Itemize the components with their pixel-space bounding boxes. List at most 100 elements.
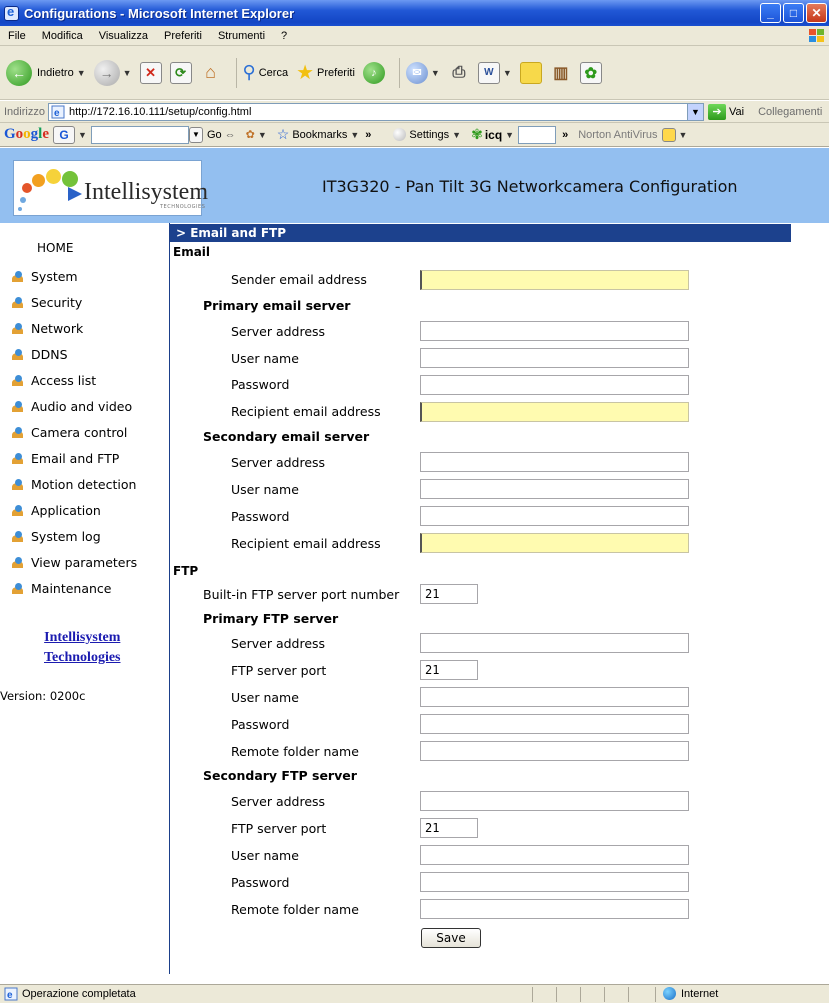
secondary-email-server-field[interactable] bbox=[420, 452, 689, 472]
intellisystem-logo: Intellisystem TECHNOLOGIES bbox=[13, 160, 208, 216]
window-title: Configurations - Microsoft Internet Expl… bbox=[24, 5, 295, 21]
media-button[interactable]: ♪ bbox=[362, 61, 385, 84]
builtin-ftp-port-field[interactable] bbox=[420, 584, 478, 604]
search-label: Cerca bbox=[258, 66, 289, 79]
sender-email-field[interactable] bbox=[420, 270, 689, 290]
address-input[interactable]: e http://172.16.10.111/setup/config.html… bbox=[47, 102, 704, 121]
primary-ftp-password-label: Password bbox=[231, 717, 290, 732]
secondary-recipient-field[interactable] bbox=[420, 533, 689, 553]
icq-button[interactable]: ✾ icq ▼ bbox=[471, 126, 514, 143]
menu-preferiti[interactable]: Preferiti bbox=[156, 30, 210, 42]
edit-button[interactable]: W ▼ bbox=[477, 61, 512, 84]
nav-item-audio-video[interactable]: Audio and video bbox=[12, 399, 132, 414]
menu-strumenti[interactable]: Strumenti bbox=[210, 30, 273, 42]
menu-visualizza[interactable]: Visualizza bbox=[91, 30, 156, 42]
nav-item-access-list[interactable]: Access list bbox=[12, 373, 96, 388]
primary-ftp-folder-field[interactable] bbox=[420, 741, 689, 761]
settings-label: Settings bbox=[409, 128, 450, 141]
nav-item-view-parameters[interactable]: View parameters bbox=[12, 555, 137, 570]
secondary-email-password-field[interactable] bbox=[420, 506, 689, 526]
more-chevron-icon: » bbox=[365, 128, 372, 141]
secondary-email-user-field[interactable] bbox=[420, 479, 689, 499]
nav-item-ddns[interactable]: DDNS bbox=[12, 347, 68, 362]
home-button[interactable]: ⌂ bbox=[200, 62, 222, 84]
notes-button[interactable] bbox=[519, 61, 542, 84]
version-text: Version: 0200c bbox=[0, 689, 86, 703]
go-button[interactable]: ➔ Vai bbox=[707, 103, 744, 120]
nav-item-system[interactable]: System bbox=[12, 269, 78, 284]
chevron-down-icon[interactable]: ▼ bbox=[686, 103, 703, 120]
save-button[interactable]: Save bbox=[421, 928, 481, 948]
primary-ftp-password-field[interactable] bbox=[420, 714, 689, 734]
forward-button[interactable]: → ▼ bbox=[93, 59, 132, 86]
nav-item-camera-control[interactable]: Camera control bbox=[12, 425, 127, 440]
menu-modifica[interactable]: Modifica bbox=[34, 30, 91, 42]
norton-button[interactable]: Norton AntiVirus ▼ bbox=[578, 127, 687, 142]
note-icon bbox=[519, 61, 542, 84]
more-chevron-icon[interactable]: » bbox=[562, 129, 568, 141]
nav-bullet-icon bbox=[12, 400, 25, 413]
primary-email-password-label: Password bbox=[231, 377, 290, 392]
search-button[interactable]: ⚲ Cerca bbox=[243, 62, 289, 83]
chevron-down-icon[interactable]: ▼ bbox=[78, 130, 87, 140]
nav-item-system-log[interactable]: System log bbox=[12, 529, 101, 544]
norton-label: Norton AntiVirus bbox=[578, 128, 658, 141]
primary-recipient-field[interactable] bbox=[420, 402, 689, 422]
mail-button[interactable]: ✉ ▼ bbox=[405, 61, 440, 84]
company-link[interactable]: Intellisystem Technologies bbox=[44, 628, 121, 668]
refresh-button[interactable]: ⟳ bbox=[169, 61, 192, 84]
google-g-icon[interactable]: G bbox=[53, 125, 76, 144]
nav-item-motion-detection[interactable]: Motion detection bbox=[12, 477, 136, 492]
company-line-2: Technologies bbox=[44, 650, 121, 665]
secondary-ftp-folder-field[interactable] bbox=[420, 899, 689, 919]
secondary-ftp-server-field[interactable] bbox=[420, 791, 689, 811]
chevron-down-icon[interactable]: ▼ bbox=[188, 126, 203, 143]
nav-item-application[interactable]: Application bbox=[12, 503, 101, 518]
nav-item-label: System bbox=[31, 269, 78, 284]
primary-email-server-field[interactable] bbox=[420, 321, 689, 341]
messenger-button[interactable]: ✿ bbox=[579, 61, 602, 84]
secondary-ftp-password-field[interactable] bbox=[420, 872, 689, 892]
nav-bullet-icon bbox=[12, 296, 25, 309]
primary-email-heading: Primary email server bbox=[203, 298, 351, 313]
menu-file[interactable]: File bbox=[0, 30, 34, 42]
google-pagerank-button[interactable]: ✿ ▼ bbox=[246, 128, 267, 141]
google-search-input[interactable] bbox=[90, 125, 189, 144]
secondary-email-password-label: Password bbox=[231, 509, 290, 524]
primary-email-password-field[interactable] bbox=[420, 375, 689, 395]
links-label[interactable]: Collegamenti bbox=[758, 106, 822, 118]
settings-button[interactable]: Settings ▼ bbox=[393, 128, 461, 141]
nav-home-link[interactable]: HOME bbox=[37, 241, 73, 255]
google-go-button[interactable]: Go ⇔ bbox=[207, 129, 236, 141]
primary-ftp-server-field[interactable] bbox=[420, 633, 689, 653]
nav-item-label: Application bbox=[31, 503, 101, 518]
icq-search-input[interactable] bbox=[518, 125, 557, 144]
stop-button[interactable]: ✕ bbox=[139, 61, 162, 84]
minimize-icon[interactable]: _ bbox=[760, 3, 781, 23]
left-nav: HOME System Security Network DDNS Access… bbox=[0, 223, 164, 984]
media-icon: ♪ bbox=[362, 61, 385, 84]
google-logo[interactable]: Google bbox=[4, 126, 49, 143]
primary-ftp-port-field[interactable] bbox=[420, 660, 478, 680]
norton-icon bbox=[661, 127, 676, 142]
bookmarks-button[interactable]: ☆ Bookmarks ▼ » bbox=[277, 126, 372, 143]
secondary-ftp-port-field[interactable] bbox=[420, 818, 478, 838]
back-button[interactable]: ← Indietro ▼ bbox=[6, 59, 86, 86]
nav-item-email-ftp[interactable]: Email and FTP bbox=[12, 451, 119, 466]
menu-bar: File Modifica Visualizza Preferiti Strum… bbox=[0, 26, 829, 46]
nav-item-network[interactable]: Network bbox=[12, 321, 83, 336]
secondary-ftp-server-label: Server address bbox=[231, 794, 326, 809]
nav-item-security[interactable]: Security bbox=[12, 295, 82, 310]
favorites-button[interactable]: ★ Preferiti bbox=[296, 60, 355, 85]
nav-item-maintenance[interactable]: Maintenance bbox=[12, 581, 112, 596]
secondary-ftp-user-field[interactable] bbox=[420, 845, 689, 865]
primary-ftp-user-field[interactable] bbox=[420, 687, 689, 707]
research-button[interactable]: ▥ bbox=[550, 62, 572, 84]
maximize-icon[interactable]: □ bbox=[783, 3, 804, 23]
menu-help[interactable]: ? bbox=[273, 30, 295, 42]
primary-email-user-field[interactable] bbox=[420, 348, 689, 368]
close-icon[interactable]: ✕ bbox=[806, 3, 827, 23]
nav-item-label: Audio and video bbox=[31, 399, 133, 414]
pagerank-icon: ✿ bbox=[245, 129, 255, 141]
print-button[interactable]: ⎙ bbox=[448, 62, 470, 84]
